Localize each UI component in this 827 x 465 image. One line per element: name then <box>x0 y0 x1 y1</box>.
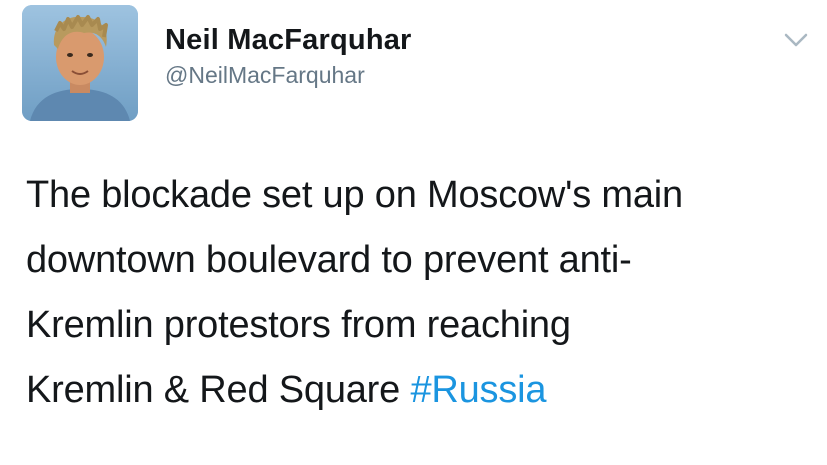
tweet-text-segment: Kremlin & Red Square <box>26 369 411 411</box>
tweet-text-line: downtown boulevard to prevent anti- <box>26 239 632 281</box>
tweet-text: The blockade set up on Moscow's main dow… <box>26 163 816 423</box>
author-display-name[interactable]: Neil MacFarquhar <box>165 22 412 58</box>
author-username[interactable]: @NeilMacFarquhar <box>165 60 412 90</box>
tweet-text-line: Kremlin & Red Square #Russia <box>26 358 816 423</box>
avatar-image <box>22 5 138 121</box>
author-avatar[interactable] <box>22 5 138 121</box>
chevron-down-icon <box>784 33 808 47</box>
hashtag-link[interactable]: #Russia <box>410 369 546 411</box>
tweet-card: Neil MacFarquhar @NeilMacFarquhar The bl… <box>0 0 827 465</box>
tweet-text-line: Kremlin protestors from reaching <box>26 304 571 346</box>
author-info: Neil MacFarquhar @NeilMacFarquhar <box>165 22 412 90</box>
tweet-text-line: The blockade set up on Moscow's main <box>26 174 683 216</box>
tweet-menu-button[interactable] <box>783 30 809 50</box>
